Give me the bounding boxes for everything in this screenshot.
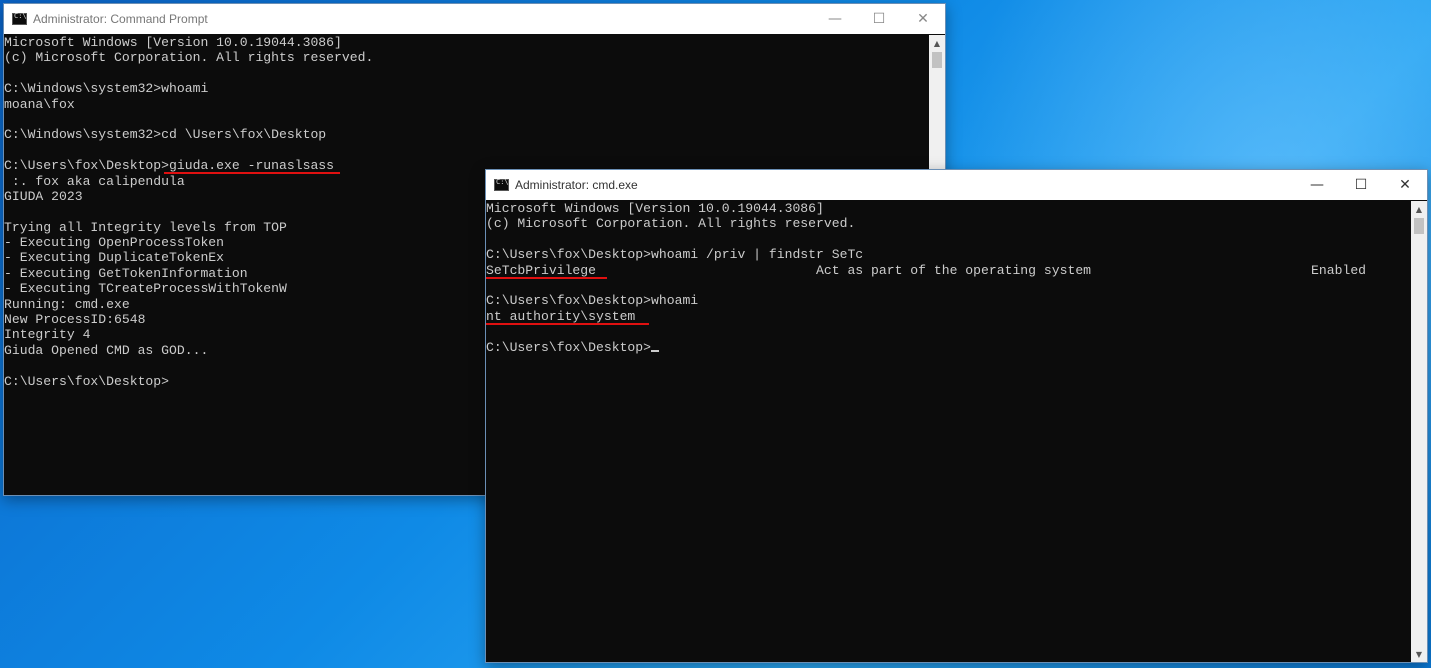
scroll-thumb[interactable] [1414,218,1424,234]
console-line-text: C:\Users\fox\Desktop>whoami [486,293,699,309]
maximize-button[interactable]: ☐ [857,4,901,34]
console-line: nt authority\system [486,309,1411,324]
console-line: Microsoft Windows [Version 10.0.19044.30… [486,201,1411,216]
console-line-text: Trying all Integrity levels from TOP [4,219,287,235]
console-line-text: nt authority\system [486,308,636,324]
scroll-up-icon[interactable]: ▲ [929,35,945,51]
console-line-text: :. fox aka calipendula [4,173,185,189]
console-line: C:\Users\fox\Desktop> [486,340,1411,355]
minimize-button[interactable]: — [813,4,857,34]
console-line: (c) Microsoft Corporation. All rights re… [486,216,1411,231]
text-cursor [651,349,660,352]
scroll-up-icon[interactable]: ▲ [1411,201,1427,217]
console-line-text: C:\Users\fox\Desktop> [486,339,652,355]
console-line-text: Microsoft Windows [Version 10.0.19044.30… [486,201,824,216]
console-line-text: C:\Users\fox\Desktop>whoami /priv | find… [486,247,864,263]
console-line-text: Integrity 4 [4,327,91,343]
minimize-button[interactable]: — [1295,170,1339,200]
console-line-text: C:\Windows\system32>whoami [4,81,209,97]
console-line: C:\Windows\system32>cd \Users\fox\Deskto… [4,127,929,142]
console-line-text: - Executing TCreateProcessWithTokenW [4,281,287,297]
console-line-text: C:\Users\fox\Desktop> [4,373,170,389]
console-line: (c) Microsoft Corporation. All rights re… [4,50,929,65]
console-line-text: Giuda Opened CMD as GOD... [4,342,209,358]
console-line: C:\Users\fox\Desktop>whoami /priv | find… [486,247,1411,262]
console-line: moana\fox [4,97,929,112]
console-output[interactable]: Microsoft Windows [Version 10.0.19044.30… [486,201,1411,662]
console-line-text: New ProcessID:6548 [4,312,146,328]
console-line-text: (c) Microsoft Corporation. All rights re… [486,216,856,232]
scroll-down-icon[interactable]: ▼ [1411,646,1427,662]
vertical-scrollbar[interactable]: ▲ ▼ [1411,201,1427,662]
console-line-text: C:\Windows\system32>cd \Users\fox\Deskto… [4,127,327,143]
cmd-icon [494,178,509,191]
close-button[interactable]: ✕ [1383,170,1427,200]
highlight-underline [486,323,649,325]
scroll-thumb[interactable] [932,52,942,68]
console-line-text: - Executing GetTokenInformation [4,265,248,281]
title-bar[interactable]: Administrator: cmd.exe — ☐ ✕ [486,170,1427,200]
console-line: Microsoft Windows [Version 10.0.19044.30… [4,35,929,50]
console-line-text: moana\fox [4,96,75,112]
highlight-underline [164,172,340,174]
highlight-underline [486,277,607,279]
console-line-text: - Executing DuplicateTokenEx [4,250,225,266]
console-line-text: GIUDA 2023 [4,188,83,204]
console-line: C:\Users\fox\Desktop>whoami [486,293,1411,308]
cmd-icon [12,12,27,25]
console-line-text: (c) Microsoft Corporation. All rights re… [4,50,374,66]
console-line-text: - Executing OpenProcessToken [4,235,225,251]
window-title: Administrator: cmd.exe [515,178,638,192]
window-title: Administrator: Command Prompt [33,12,208,26]
title-bar[interactable]: Administrator: Command Prompt — ☐ ✕ [4,4,945,34]
console-line-text: Running: cmd.exe [4,296,130,312]
console-line-text: SeTcbPrivilege Act as part of the operat… [486,262,1367,278]
console-line-text: C:\Users\fox\Desktop>giuda.exe -runaslsa… [4,158,335,174]
console-line: C:\Windows\system32>whoami [4,81,929,96]
console-line-text: Microsoft Windows [Version 10.0.19044.30… [4,35,342,50]
maximize-button[interactable]: ☐ [1339,170,1383,200]
console-line: SeTcbPrivilege Act as part of the operat… [486,263,1411,278]
cmd-exe-window[interactable]: Administrator: cmd.exe — ☐ ✕ Microsoft W… [485,169,1428,663]
close-button[interactable]: ✕ [901,4,945,34]
